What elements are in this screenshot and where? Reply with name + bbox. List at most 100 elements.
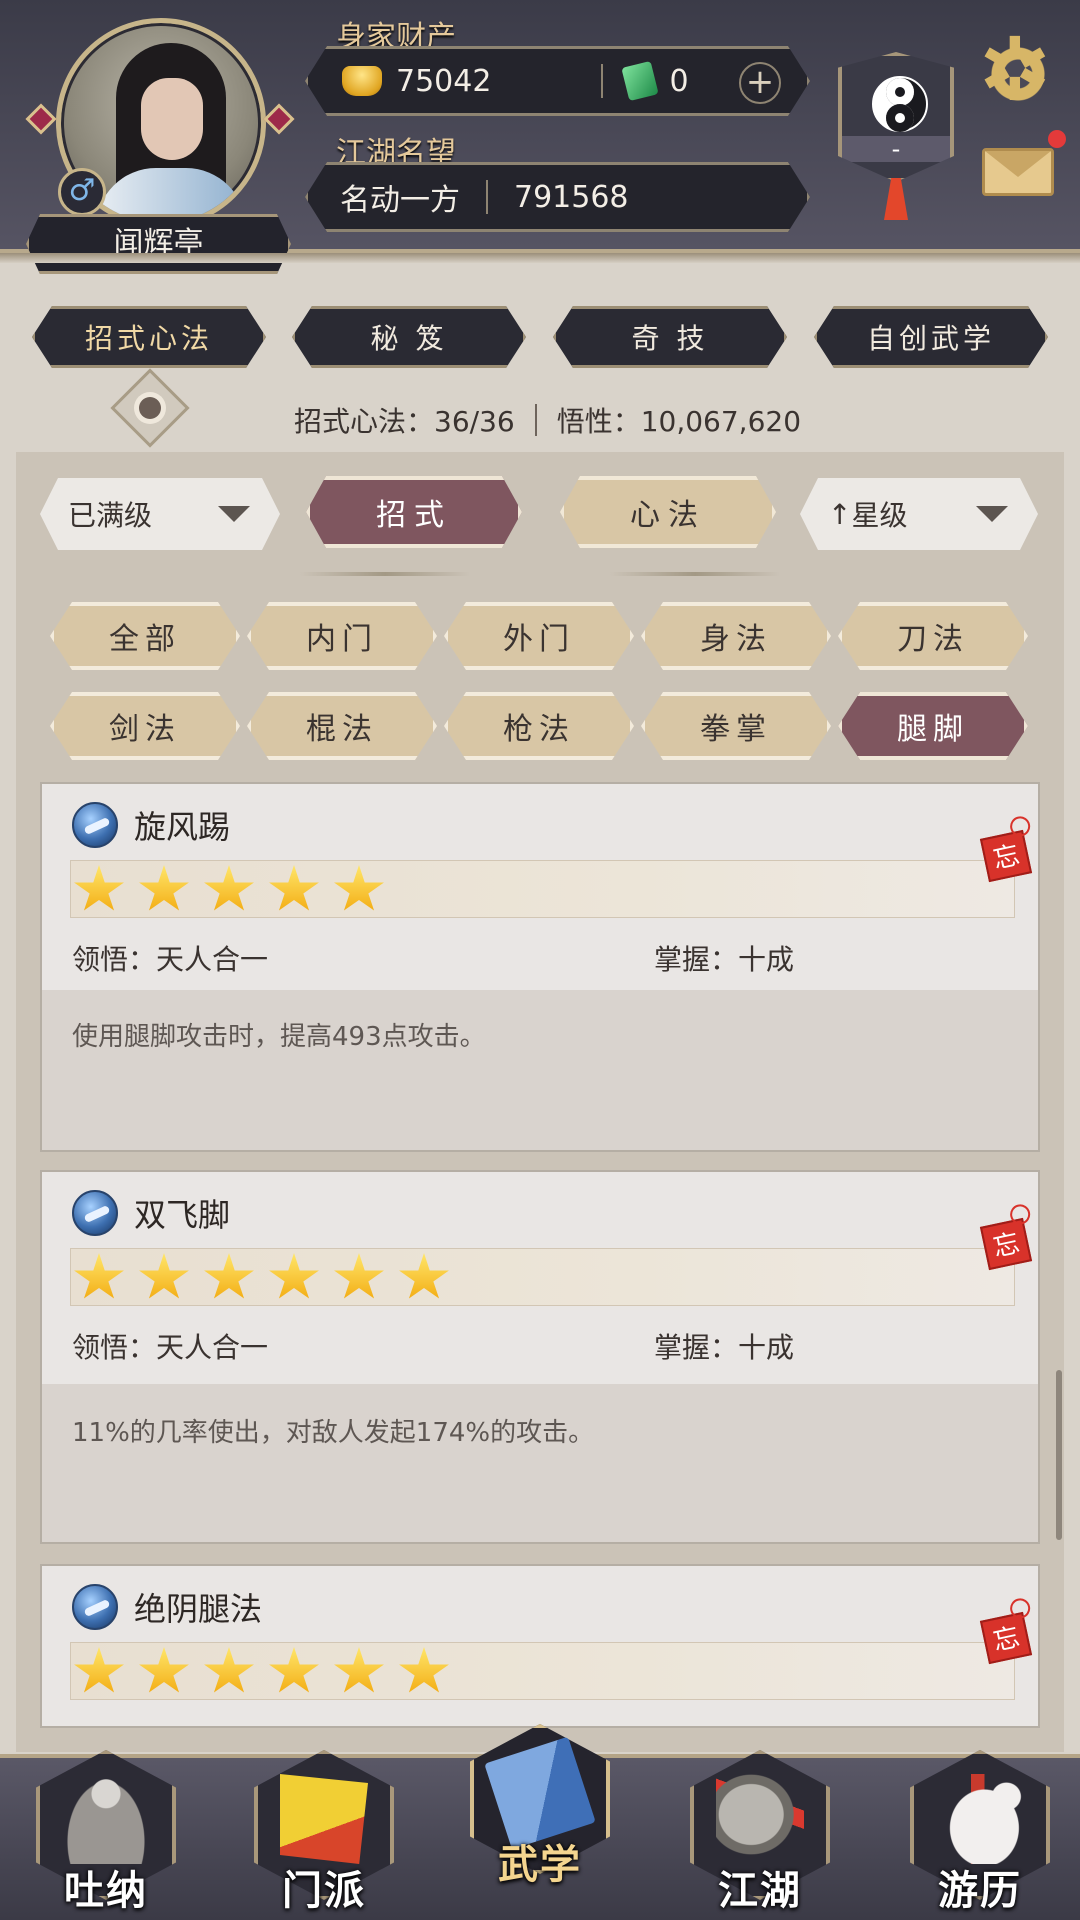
sect-flag-icon — [280, 1774, 368, 1864]
divider-ornament — [300, 572, 470, 576]
category-movement[interactable]: 身法 — [641, 602, 831, 670]
level-filter-value: 已满级 — [68, 499, 153, 532]
chevron-down-icon — [976, 506, 1008, 522]
jade-amount: 0 — [669, 63, 689, 99]
jade-icon — [622, 61, 659, 101]
nav-label: 武学 — [498, 1841, 582, 1888]
nav-martial-arts[interactable]: 武学 — [462, 1718, 618, 1894]
nav-travel[interactable]: 游历 — [902, 1744, 1058, 1920]
list-scrollbar[interactable] — [1056, 1370, 1062, 1540]
comprehension-value: 悟性：10,067,620 — [556, 405, 802, 438]
player-header: ♂ 身家财产 75042 0 + 江湖名望 名动一方 791568 - 闻辉亭 — [0, 0, 1080, 255]
category-saber[interactable]: 刀法 — [838, 602, 1028, 670]
comprehension-row: 领悟：天人合一 — [72, 1331, 269, 1364]
star-icon — [334, 1253, 384, 1299]
forget-seal-icon[interactable]: 忘 — [979, 1611, 1033, 1665]
skill-card[interactable]: 双飞脚 领悟：天人合一 掌握：十成 11%的几率使出，对敌人发起174%的攻击。… — [40, 1170, 1040, 1544]
nav-label: 门派 — [282, 1867, 366, 1914]
nav-sect[interactable]: 门派 — [246, 1744, 402, 1920]
kick-skill-icon — [72, 1584, 118, 1630]
gold-ingot-icon — [342, 66, 382, 96]
divider-ornament — [610, 572, 780, 576]
tassel-icon — [884, 178, 908, 220]
star-icon — [74, 1647, 124, 1693]
mastery-row: 掌握：十成 — [654, 943, 795, 976]
mail-notification-dot — [1048, 130, 1066, 148]
star-icon — [204, 1253, 254, 1299]
star-icon — [139, 1647, 189, 1693]
sect-banner[interactable]: - — [838, 52, 954, 182]
star-icon — [74, 865, 124, 911]
category-staff[interactable]: 棍法 — [247, 692, 437, 760]
avatar-gem-left-icon — [25, 103, 57, 135]
skill-name: 双飞脚 — [134, 1196, 231, 1234]
star-icon — [399, 1253, 449, 1299]
star-icon — [139, 865, 189, 911]
star-icon — [399, 1647, 449, 1693]
nav-label: 游历 — [938, 1867, 1022, 1914]
wealth-bar: 75042 0 + — [305, 46, 810, 116]
sect-banner-value: - — [842, 136, 950, 162]
add-currency-button[interactable]: + — [739, 62, 781, 104]
star-icon — [334, 1647, 384, 1693]
taiji-icon — [872, 76, 928, 132]
horse-icon — [936, 1774, 1024, 1864]
forget-seal-icon[interactable]: 忘 — [979, 1217, 1033, 1271]
tab-moves-methods[interactable]: 招式心法 — [32, 306, 266, 368]
star-icon — [204, 1647, 254, 1693]
mastery-row: 掌握：十成 — [654, 1331, 795, 1364]
nav-label: 吐纳 — [64, 1867, 148, 1914]
chevron-down-icon — [218, 506, 250, 522]
skill-description: 使用腿脚攻击时，提高493点攻击。 — [72, 1022, 486, 1052]
eye-icon[interactable] — [110, 368, 190, 448]
kick-skill-icon — [72, 802, 118, 848]
star-rating — [70, 1642, 1015, 1700]
meditating-figure-icon — [62, 1774, 150, 1864]
star-rating — [70, 1248, 1015, 1306]
skill-card[interactable]: 旋风踢 领悟：天人合一 掌握：十成 使用腿脚攻击时，提高493点攻击。 忘 — [40, 782, 1040, 1152]
nav-jianghu[interactable]: 江湖 — [682, 1744, 838, 1920]
tab-moves[interactable]: 招式 — [306, 476, 522, 548]
skill-description: 11%的几率使出，对敌人发起174%的攻击。 — [72, 1418, 595, 1448]
level-filter-dropdown[interactable]: 已满级 — [40, 478, 280, 550]
tab-secret-manuals[interactable]: 秘 笈 — [292, 306, 526, 368]
skill-stats: 招式心法：36/36 悟性：10,067,620 — [294, 400, 801, 440]
reputation-title: 名动一方 — [340, 183, 460, 218]
skill-card[interactable]: 绝阴腿法 忘 — [40, 1564, 1040, 1728]
skill-name: 绝阴腿法 — [134, 1590, 263, 1628]
tab-special-skills[interactable]: 奇 技 — [553, 306, 787, 368]
star-icon — [269, 1647, 319, 1693]
category-outer[interactable]: 外门 — [444, 602, 634, 670]
sort-value: 星级 — [851, 499, 908, 532]
category-spear[interactable]: 枪法 — [444, 692, 634, 760]
skills-count: 招式心法：36/36 — [294, 405, 515, 438]
comprehension-row: 领悟：天人合一 — [72, 943, 269, 976]
skill-name: 旋风踢 — [134, 808, 231, 846]
category-legs[interactable]: 腿脚 — [838, 692, 1028, 760]
tab-inner-methods[interactable]: 心法 — [560, 476, 776, 548]
mail-icon[interactable] — [982, 148, 1054, 196]
player-name: 闻辉亭 — [26, 214, 291, 274]
category-all[interactable]: 全部 — [50, 602, 240, 670]
nav-breathing[interactable]: 吐纳 — [28, 1744, 184, 1920]
category-fist[interactable]: 拳掌 — [641, 692, 831, 760]
star-icon — [204, 865, 254, 911]
star-icon — [334, 865, 384, 911]
sort-arrow-up-icon: ↑ — [828, 497, 852, 531]
forget-seal-icon[interactable]: 忘 — [979, 829, 1033, 883]
avatar-gem-right-icon — [263, 103, 295, 135]
gold-amount: 75042 — [396, 63, 492, 99]
reputation-bar: 名动一方 791568 — [305, 162, 810, 232]
nav-label: 江湖 — [718, 1867, 802, 1914]
category-sword[interactable]: 剑法 — [50, 692, 240, 760]
star-icon — [269, 865, 319, 911]
tab-self-created[interactable]: 自创武学 — [814, 306, 1048, 368]
sort-dropdown[interactable]: ↑ 星级 — [800, 478, 1038, 550]
star-icon — [269, 1253, 319, 1299]
star-icon — [74, 1253, 124, 1299]
settings-gear-icon[interactable] — [978, 26, 1056, 114]
bamboo-hat-icon — [716, 1774, 804, 1864]
star-rating — [70, 860, 1015, 918]
category-inner[interactable]: 内门 — [247, 602, 437, 670]
reputation-value: 791568 — [514, 179, 629, 215]
